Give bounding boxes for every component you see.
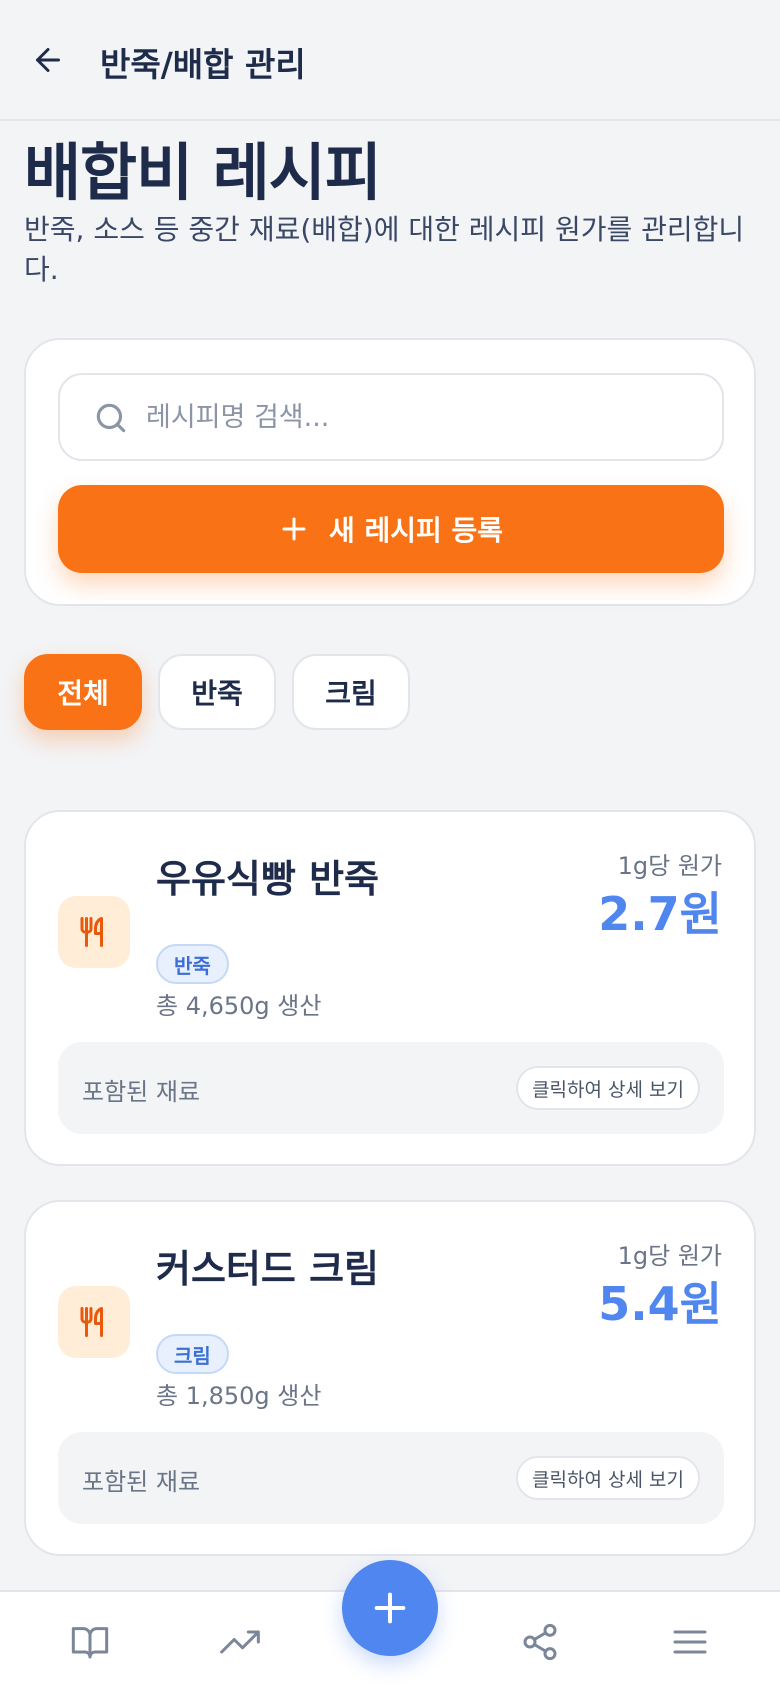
add-fab-button[interactable]	[342, 1560, 438, 1656]
nav-share[interactable]	[518, 1620, 562, 1664]
filter-chips: 전체 반죽 크림	[24, 654, 410, 730]
utensils-icon	[58, 896, 130, 968]
new-recipe-label: 새 레시피 등록	[328, 514, 504, 547]
nav-trends[interactable]	[218, 1620, 262, 1664]
ingredients-box: 포함된 재료 클릭하여 상세 보기	[58, 1042, 724, 1134]
recipe-tag: 반죽	[156, 944, 229, 984]
ingredients-box: 포함된 재료 클릭하여 상세 보기	[58, 1432, 724, 1524]
recipe-card[interactable]: 우유식빵 반죽 반죽 총 4,650g 생산 1g당 원가 2.7원 포함된 재…	[24, 810, 756, 1166]
search-input[interactable]	[146, 395, 686, 439]
filter-chip-cream[interactable]: 크림	[292, 654, 410, 730]
plus-icon	[282, 517, 306, 541]
recipe-name: 우유식빵 반죽	[156, 857, 379, 901]
search-icon	[96, 403, 126, 433]
nav-recipes[interactable]	[68, 1620, 112, 1664]
recipe-name: 커스터드 크림	[156, 1247, 379, 1291]
search-box[interactable]	[58, 373, 724, 461]
share-icon	[523, 1623, 557, 1661]
nav-menu[interactable]	[668, 1620, 712, 1664]
new-recipe-button[interactable]: 새 레시피 등록	[58, 485, 724, 573]
recipe-card[interactable]: 커스터드 크림 크림 총 1,850g 생산 1g당 원가 5.4원 포함된 재…	[24, 1200, 756, 1556]
trending-up-icon	[220, 1630, 260, 1654]
page-description: 반죽, 소스 등 중간 재료(배합)에 대한 레시피 원가를 관리합니다.	[24, 213, 745, 286]
ingredients-label: 포함된 재료	[82, 1468, 201, 1496]
view-detail-button[interactable]: 클릭하여 상세 보기	[516, 1456, 700, 1500]
ingredients-label: 포함된 재료	[82, 1078, 201, 1106]
arrow-left-icon[interactable]	[30, 42, 66, 78]
utensils-icon	[58, 1286, 130, 1358]
filter-chip-dough[interactable]: 반죽	[158, 654, 276, 730]
top-bar: 반죽/배합 관리	[0, 0, 780, 121]
page-title: 배합비 레시피	[24, 136, 382, 209]
menu-icon	[673, 1630, 707, 1654]
unit-cost-value: 5.4원	[598, 1277, 722, 1331]
recipe-total: 총 4,650g 생산	[156, 992, 322, 1020]
recipe-total: 총 1,850g 생산	[156, 1382, 322, 1410]
unit-cost-value: 2.7원	[598, 887, 722, 941]
view-detail-button[interactable]: 클릭하여 상세 보기	[516, 1066, 700, 1110]
header-title: 반죽/배합 관리	[100, 45, 306, 84]
book-open-icon	[71, 1627, 109, 1659]
filter-chip-all[interactable]: 전체	[24, 654, 142, 730]
unit-cost-label: 1g당 원가	[617, 1242, 722, 1270]
search-card: 새 레시피 등록	[24, 338, 756, 606]
recipe-tag: 크림	[156, 1334, 229, 1374]
unit-cost-label: 1g당 원가	[617, 852, 722, 880]
plus-icon	[374, 1592, 406, 1624]
